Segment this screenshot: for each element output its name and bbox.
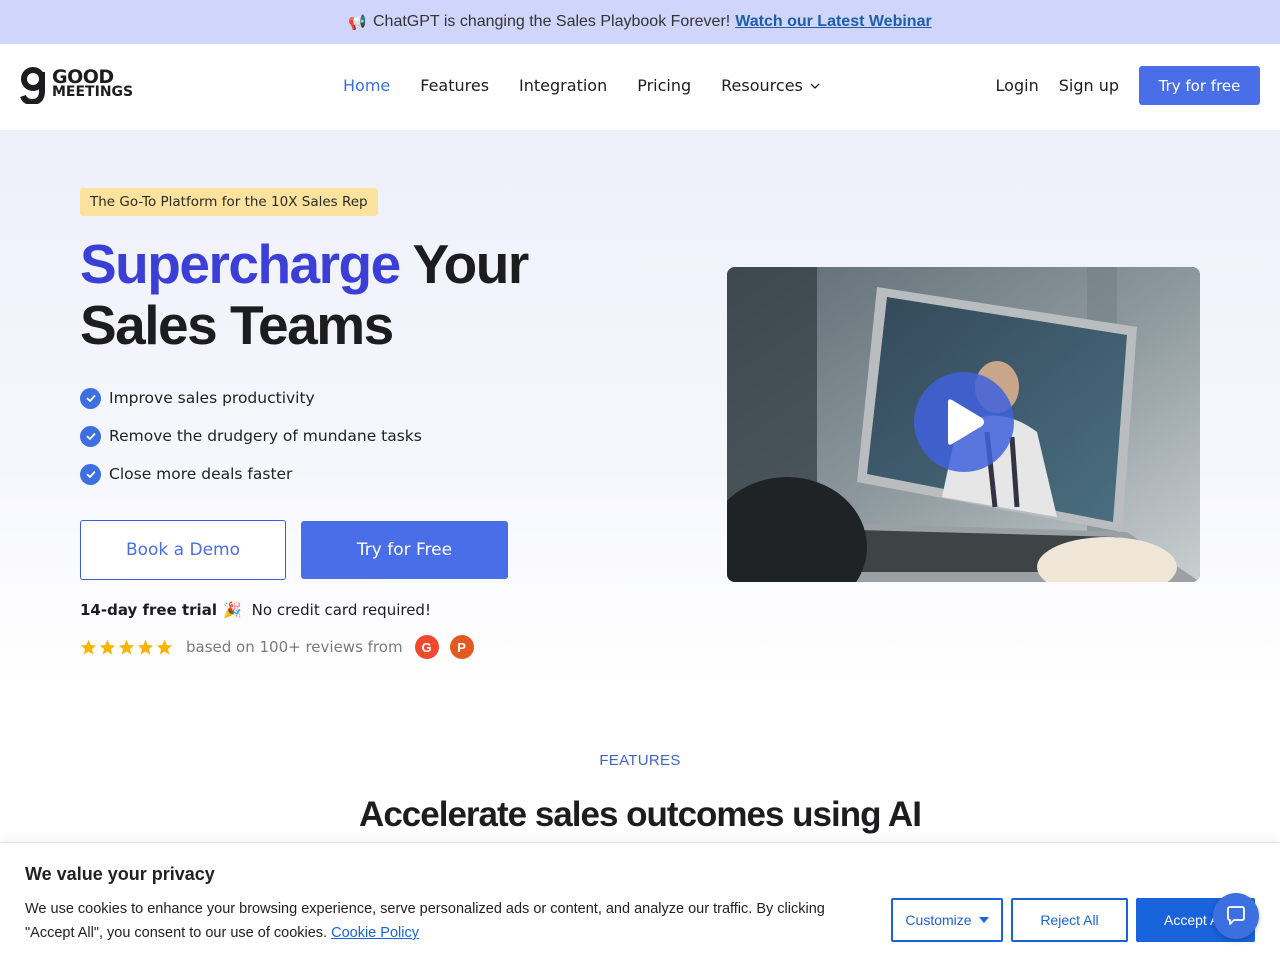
main-nav: Home Features Integration Pricing Resour…: [343, 76, 851, 95]
nav-features[interactable]: Features: [420, 76, 489, 95]
product-hunt-logo-icon[interactable]: P: [449, 635, 474, 659]
trial-note: 14-day free trial 🎉 No credit card requi…: [80, 601, 431, 619]
hero-section: The Go-To Platform for the 10X Sales Rep…: [0, 130, 1280, 690]
cookie-policy-link[interactable]: Cookie Policy: [331, 925, 419, 941]
megaphone-icon: 📢: [348, 14, 367, 31]
try-free-header-button[interactable]: Try for free: [1139, 66, 1260, 105]
caret-down-icon: [978, 917, 989, 923]
benefit-text: Close more deals faster: [109, 465, 293, 483]
book-demo-button[interactable]: Book a Demo: [80, 520, 286, 580]
cookie-text: We use cookies to enhance your browsing …: [25, 901, 825, 941]
announcement-bar: 📢 ChatGPT is changing the Sales Playbook…: [0, 0, 1280, 44]
check-icon: [80, 425, 101, 447]
nav-integration[interactable]: Integration: [519, 76, 607, 95]
headline-accent: Supercharge: [80, 233, 401, 295]
star-icon: [137, 639, 154, 654]
list-item: Remove the drudgery of mundane tasks: [80, 417, 422, 455]
logo-wordmark: GOOD MEETINGS: [52, 66, 134, 100]
signup-link[interactable]: Sign up: [1059, 76, 1119, 95]
star-icon: [80, 639, 97, 654]
reviews-text: based on 100+ reviews from: [186, 638, 403, 656]
nav-resources-label: Resources: [721, 76, 803, 95]
benefit-text: Improve sales productivity: [109, 389, 315, 407]
reject-all-button[interactable]: Reject All: [1011, 898, 1128, 942]
chat-bubble-icon: [1227, 906, 1245, 925]
check-icon: [80, 387, 101, 409]
benefit-text: Remove the drudgery of mundane tasks: [109, 427, 422, 445]
star-icon: [99, 639, 116, 654]
play-button[interactable]: [914, 372, 1014, 472]
headline-part1: Your: [399, 233, 530, 295]
customize-button[interactable]: Customize: [891, 898, 1003, 942]
g2-logo-icon[interactable]: G: [414, 635, 439, 659]
list-item: Improve sales productivity: [80, 379, 422, 417]
nav-home[interactable]: Home: [343, 76, 390, 95]
logo-mark-icon: [20, 66, 48, 106]
headline-part2: Sales Teams: [80, 294, 394, 356]
nav-resources[interactable]: Resources: [721, 76, 821, 95]
customize-label: Customize: [905, 912, 972, 928]
list-item: Close more deals faster: [80, 455, 422, 493]
benefit-list: Improve sales productivity Remove the dr…: [80, 379, 422, 493]
star-rating: [80, 639, 175, 656]
logo[interactable]: GOOD MEETINGS: [20, 66, 134, 106]
star-icon: [118, 639, 135, 654]
features-label: FEATURES: [599, 752, 681, 769]
cookie-banner: We value your privacy We use cookies to …: [0, 842, 1280, 960]
trial-duration: 14-day free trial: [80, 601, 217, 619]
features-title: Accelerate sales outcomes using AI: [359, 795, 922, 834]
play-icon: [948, 399, 984, 445]
check-icon: [80, 463, 101, 485]
party-icon: 🎉: [222, 601, 242, 619]
hero-headline: Supercharge Your Sales Teams: [80, 233, 530, 356]
webinar-link[interactable]: Watch our Latest Webinar: [735, 13, 931, 31]
cookie-description: We use cookies to enhance your browsing …: [25, 897, 865, 945]
demo-video[interactable]: [727, 267, 1200, 582]
review-rating: based on 100+ reviews from G P: [80, 635, 474, 659]
tagline-badge: The Go-To Platform for the 10X Sales Rep: [80, 188, 378, 216]
chevron-down-icon: [810, 83, 820, 89]
cookie-title: We value your privacy: [25, 864, 215, 884]
login-link[interactable]: Login: [996, 76, 1039, 95]
nav-pricing[interactable]: Pricing: [637, 76, 691, 95]
star-icon: [156, 639, 173, 654]
site-header: GOOD MEETINGS Home Features Integration …: [0, 44, 1280, 130]
header-actions: Login Sign up Try for free: [996, 66, 1260, 105]
announcement-text: ChatGPT is changing the Sales Playbook F…: [372, 13, 731, 30]
chat-widget-button[interactable]: [1213, 893, 1259, 939]
try-free-hero-button[interactable]: Try for Free: [301, 521, 508, 579]
no-card-text: No credit card required!: [251, 601, 431, 619]
